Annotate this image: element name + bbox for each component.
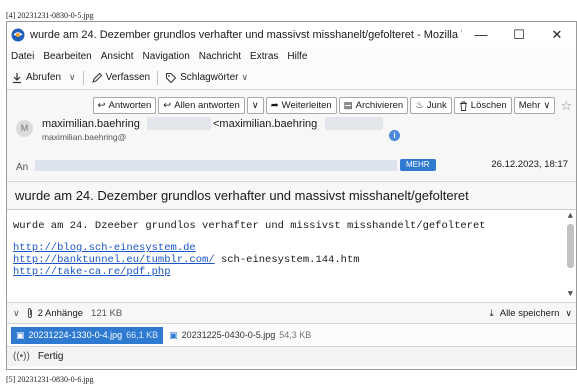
redacted-block: [147, 117, 211, 130]
sender-address[interactable]: <maximilian.baehring: [213, 118, 317, 130]
maximize-button[interactable]: ☐: [500, 27, 538, 43]
more-recipients-badge[interactable]: MEHR: [400, 159, 436, 171]
paperclip-icon: [27, 308, 32, 318]
title-bar: wurde am 24. Dezember grundlos verhafter…: [7, 22, 576, 47]
reply-all-dropdown[interactable]: ∨: [246, 97, 264, 114]
attachment-summary: 2 Anhänge: [37, 307, 84, 319]
menu-help[interactable]: Hilfe: [287, 51, 307, 62]
star-icon[interactable]: ☆: [560, 98, 572, 114]
junk-button[interactable]: ♨ Junk: [410, 97, 452, 114]
flame-icon: ♨: [415, 100, 424, 111]
message-body: wurde am 24. Dzeeber grundlos verhafter …: [7, 210, 576, 302]
delete-button[interactable]: Löschen: [453, 97, 512, 114]
sender-subline: maximilian.baehring@: [42, 132, 127, 142]
link-blog[interactable]: http://blog.sch-einesystem.de: [13, 242, 196, 254]
link-take-care[interactable]: http://take-ca.re/pdf.php: [13, 266, 171, 278]
save-all-group: ⤓ Alle speichern ∨: [490, 308, 572, 319]
download-icon: [13, 72, 21, 83]
compose-button[interactable]: Verfassen: [91, 72, 150, 84]
menu-message[interactable]: Nachricht: [199, 51, 241, 62]
junk-label: Junk: [426, 100, 447, 111]
status-text: Fertig: [37, 351, 64, 362]
compose-label: Verfassen: [105, 72, 151, 83]
archive-box-icon: ▤: [343, 100, 353, 111]
attachment-list: ▣ 20231224-1330-0-4.jpg 66,1 KB ▣ 202312…: [7, 324, 576, 346]
toolbar-divider: [157, 70, 159, 85]
attachment-name: 20231224-1330-0-4.jpg: [28, 330, 123, 340]
save-all-button[interactable]: Alle speichern: [500, 308, 560, 319]
thunderbird-window: wurde am 24. Dezember grundlos verhafter…: [6, 21, 577, 370]
forward-button[interactable]: ➦ Weiterleiten: [265, 97, 337, 114]
top-caption: [4] 20231231-0830-0-5.jpg: [6, 11, 94, 20]
forward-label: Weiterleiten: [281, 100, 332, 111]
fetch-dropdown-chevron-icon[interactable]: ∨: [69, 72, 76, 83]
avatar: M: [16, 120, 33, 137]
pencil-icon: [91, 72, 102, 83]
main-toolbar: Abrufen ∨ Verfassen Schlagwörter ∨: [7, 66, 576, 90]
link-suffix-text: sch-einesystem.144.htm: [214, 254, 360, 266]
scroll-down-icon[interactable]: ▼: [568, 288, 573, 300]
menu-edit[interactable]: Bearbeiten: [43, 51, 91, 62]
delete-label: Löschen: [470, 100, 507, 111]
sender-name[interactable]: maximilian.baehring: [42, 118, 140, 130]
scrollbar-thumb[interactable]: [567, 224, 574, 268]
image-file-icon: ▣: [169, 329, 178, 340]
trash-icon: [459, 101, 467, 111]
save-icon: ⤓: [489, 307, 494, 319]
tags-button[interactable]: Schlagwörter ∨: [165, 72, 248, 84]
fetch-label: Abrufen: [26, 72, 62, 83]
minimize-button[interactable]: —: [462, 27, 500, 42]
attachment-bar: ∨ 2 Anhänge 121 KB ⤓ Alle speichern ∨: [7, 302, 576, 324]
redacted-block: [325, 117, 383, 130]
bottom-caption: [5] 20231231-0830-0-6.jpg: [6, 375, 94, 384]
info-icon[interactable]: i: [389, 130, 400, 141]
image-file-icon: ▣: [16, 329, 25, 340]
attachment-size: 54,3 KB: [279, 330, 312, 340]
link-banktunnel[interactable]: http://banktunnel.eu/tumblr.com/: [13, 254, 215, 266]
status-bar: ((•)) Fertig: [7, 346, 576, 366]
reply-label: Antworten: [108, 100, 152, 111]
thunderbird-logo-icon: [11, 28, 25, 41]
toolbar-divider: [82, 70, 84, 85]
close-button[interactable]: ✕: [538, 27, 576, 43]
forward-arrow-icon: ➦: [270, 100, 279, 111]
connection-wave-icon: ((•)): [13, 351, 30, 362]
reply-all-icon: ↩: [163, 100, 172, 111]
recipient-redacted-bar: [35, 160, 397, 171]
archive-label: Archivieren: [355, 100, 404, 111]
chevron-down-icon: ∨: [251, 100, 259, 111]
tag-icon: [166, 72, 177, 83]
reply-button[interactable]: ↩ Antworten: [92, 97, 157, 114]
attachment-total-size: 121 KB: [91, 307, 123, 319]
more-button[interactable]: Mehr ∨: [513, 97, 556, 114]
attachment-item[interactable]: ▣ 20231225-0430-0-5.jpg 54,3 KB: [169, 330, 311, 341]
message-actions: ↩ Antworten ↩ Allen antworten ∨ ➦ Weiter…: [92, 97, 572, 114]
tags-chevron-icon: ∨: [241, 72, 249, 82]
scroll-up-icon[interactable]: ▲: [568, 210, 573, 222]
chevron-down-icon: ∨: [543, 100, 551, 111]
menu-tools[interactable]: Extras: [250, 51, 278, 62]
menu-bar: Datei Bearbeiten Ansicht Navigation Nach…: [7, 47, 576, 66]
body-text-line: wurde am 24. Dzeeber grundlos verhafter …: [13, 220, 486, 232]
message-subject: wurde am 24. Dezember grundlos verhafter…: [7, 182, 576, 210]
more-label: Mehr: [518, 100, 541, 111]
attachment-name: 20231225-0430-0-5.jpg: [181, 330, 276, 340]
tags-label: Schlagwörter: [180, 72, 239, 83]
save-all-chevron-icon[interactable]: ∨: [565, 308, 572, 319]
attachment-toggle-chevron-icon[interactable]: ∨: [13, 308, 20, 319]
message-header: ↩ Antworten ↩ Allen antworten ∨ ➦ Weiter…: [7, 90, 576, 182]
reply-all-button[interactable]: ↩ Allen antworten: [158, 97, 245, 114]
reply-all-label: Allen antworten: [174, 100, 240, 111]
attachment-size: 66,1 KB: [126, 330, 159, 340]
reply-arrow-icon: ↩: [97, 100, 106, 111]
message-date: 26.12.2023, 18:17: [491, 159, 568, 170]
menu-file[interactable]: Datei: [11, 51, 34, 62]
attachment-item[interactable]: ▣ 20231224-1330-0-4.jpg 66,1 KB: [11, 326, 164, 344]
fetch-button[interactable]: Abrufen: [11, 72, 61, 84]
to-label: An: [16, 162, 29, 173]
window-title: wurde am 24. Dezember grundlos verhafter…: [30, 28, 462, 41]
menu-navigation[interactable]: Navigation: [143, 51, 190, 62]
archive-button[interactable]: ▤ Archivieren: [338, 97, 409, 114]
menu-view[interactable]: Ansicht: [101, 51, 134, 62]
